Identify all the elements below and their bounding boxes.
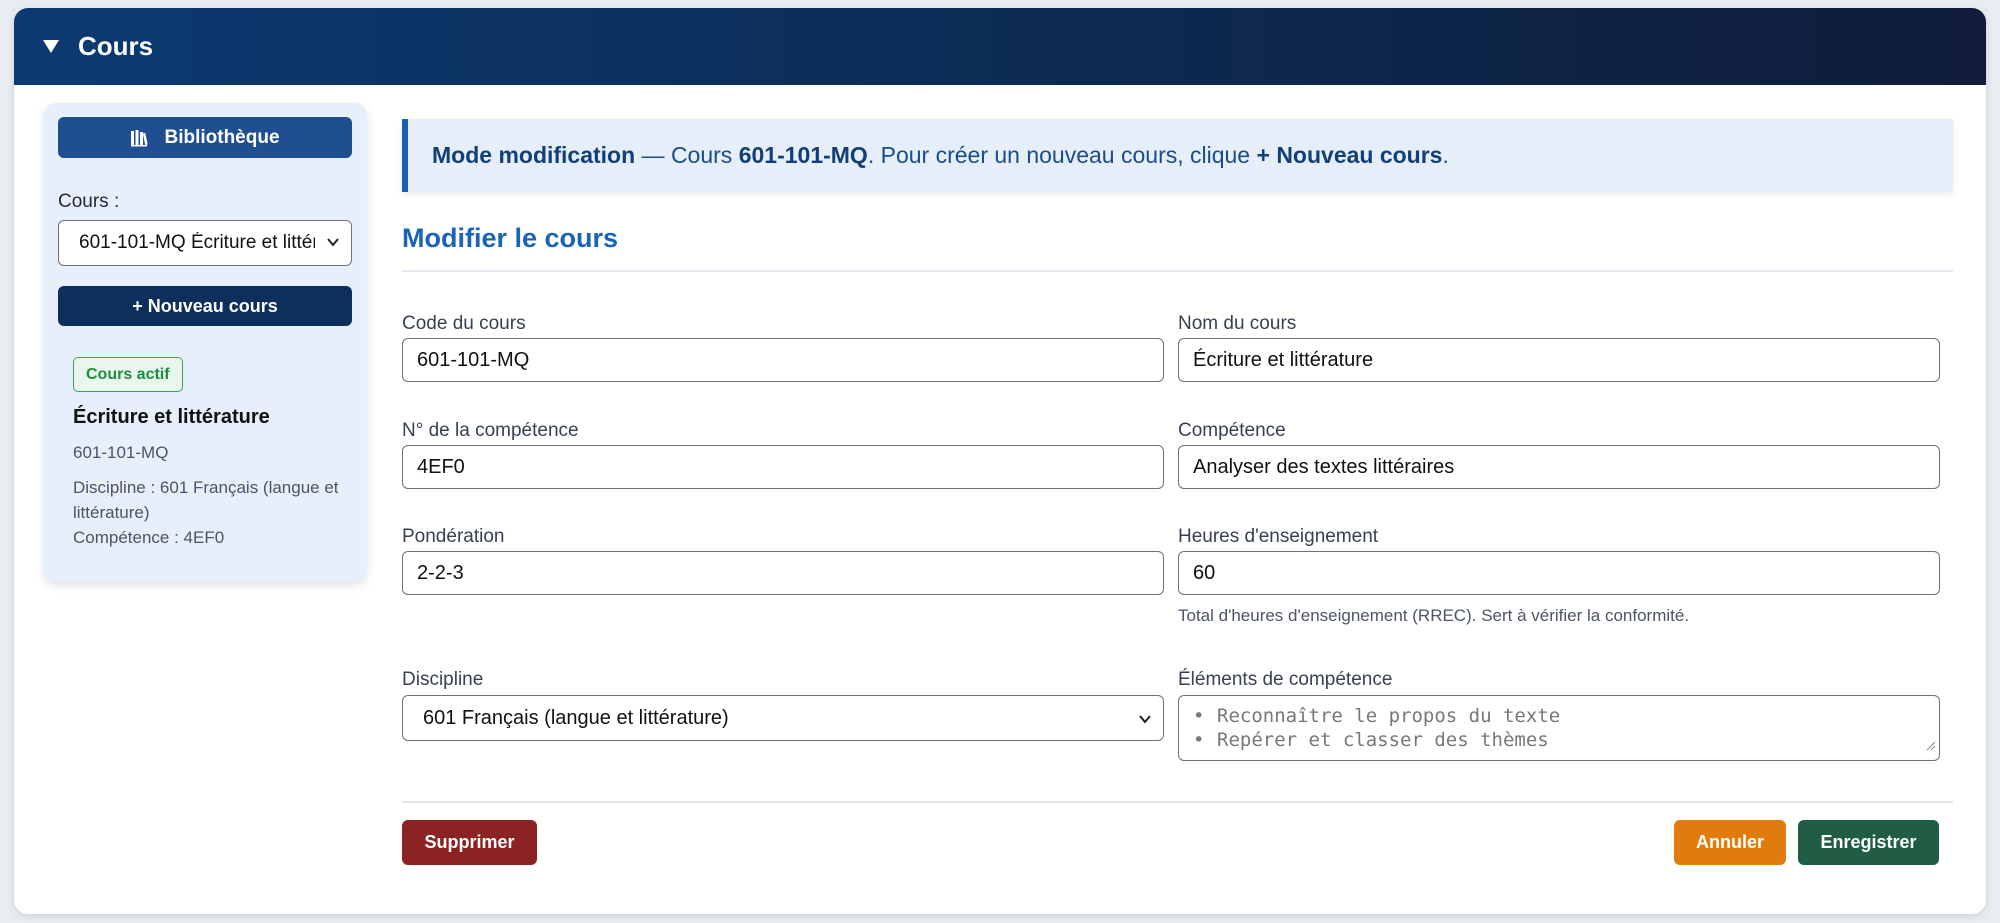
placeholder-line: Reconnaître le propos du texte bbox=[1193, 704, 1939, 728]
course-discipline: Discipline : 601 Français (langue et lit… bbox=[73, 478, 339, 522]
chevron-down-icon bbox=[1137, 710, 1153, 733]
placeholder-line: Repérer et classer des thèmes bbox=[1193, 728, 1939, 752]
banner-suffix: . bbox=[1442, 142, 1449, 168]
competence-number-label: N° de la compétence bbox=[402, 420, 579, 441]
banner-course-code: 601-101-MQ bbox=[738, 142, 868, 168]
elements-textarea[interactable]: Reconnaître le propos du texte Repérer e… bbox=[1178, 695, 1940, 761]
hours-help-text: Total d'heures d'enseignement (RREC). Se… bbox=[1178, 606, 1690, 625]
banner-prefix: — Cours bbox=[635, 142, 739, 168]
discipline-select[interactable]: 601 Français (langue et littérature) bbox=[402, 695, 1164, 741]
chevron-down-icon bbox=[325, 234, 341, 256]
library-button-label: Bibliothèque bbox=[164, 126, 280, 148]
course-select[interactable]: 601-101-MQ Écriture et littérature bbox=[58, 220, 352, 266]
divider bbox=[402, 801, 1953, 803]
delete-button[interactable]: Supprimer bbox=[402, 820, 537, 865]
code-label: Code du cours bbox=[402, 313, 526, 334]
triangle-down-icon[interactable] bbox=[42, 34, 64, 60]
competence-input[interactable]: Analyser des textes littéraires bbox=[1178, 445, 1940, 489]
discipline-select-value: 601 Français (langue et littérature) bbox=[423, 706, 729, 729]
competence-label: Compétence bbox=[1178, 420, 1286, 441]
new-course-button[interactable]: + Nouveau cours bbox=[58, 286, 352, 326]
panel-header[interactable]: Cours bbox=[14, 8, 1986, 85]
resize-handle-icon[interactable] bbox=[1926, 733, 1936, 757]
competence-number-input[interactable]: 4EF0 bbox=[402, 445, 1164, 489]
course-code: 601-101-MQ bbox=[73, 443, 169, 462]
cancel-button[interactable]: Annuler bbox=[1674, 820, 1786, 865]
banner-mode-label: Mode modification bbox=[432, 142, 636, 168]
sidebar: Bibliothèque Cours : 601-101-MQ Écriture… bbox=[44, 103, 367, 581]
divider bbox=[402, 270, 1953, 272]
weighting-label: Pondération bbox=[402, 526, 505, 547]
discipline-label: Discipline bbox=[402, 669, 484, 690]
banner-new-course-link[interactable]: + Nouveau cours bbox=[1257, 142, 1443, 168]
code-input[interactable]: 601-101-MQ bbox=[402, 338, 1164, 382]
edit-mode-banner: Mode modification — Cours 601-101-MQ. Po… bbox=[402, 119, 1953, 192]
library-button[interactable]: Bibliothèque bbox=[58, 117, 352, 158]
weighting-input[interactable]: 2-2-3 bbox=[402, 551, 1164, 595]
course-competence: Compétence : 4EF0 bbox=[73, 528, 225, 547]
name-input[interactable]: Écriture et littérature bbox=[1178, 338, 1940, 382]
courses-panel: Cours Bibliothèque Cours : 601-101-MQ Éc… bbox=[14, 8, 1986, 914]
banner-middle: . Pour créer un nouveau cours, clique bbox=[867, 142, 1257, 168]
hours-input[interactable]: 60 bbox=[1178, 551, 1940, 595]
active-course-badge: Cours actif bbox=[73, 357, 183, 392]
books-icon bbox=[130, 129, 149, 147]
form-title: Modifier le cours bbox=[402, 223, 619, 253]
course-select-label: Cours : bbox=[58, 191, 120, 212]
course-name: Écriture et littérature bbox=[73, 406, 270, 428]
course-meta: Discipline : 601 Français (langue et lit… bbox=[73, 475, 343, 550]
course-select-value: 601-101-MQ Écriture et littérature bbox=[79, 232, 315, 253]
name-label: Nom du cours bbox=[1178, 313, 1297, 334]
panel-title: Cours bbox=[78, 31, 154, 61]
hours-label: Heures d'enseignement bbox=[1178, 526, 1379, 547]
save-button[interactable]: Enregistrer bbox=[1798, 820, 1939, 865]
elements-label: Éléments de compétence bbox=[1178, 669, 1393, 690]
